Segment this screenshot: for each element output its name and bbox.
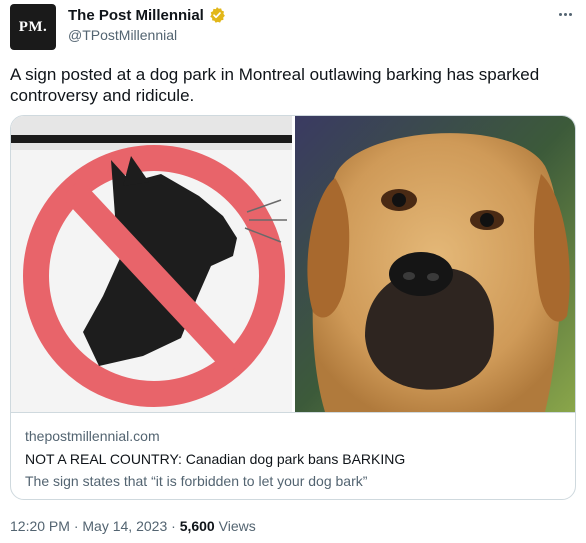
card-description: The sign states that “it is forbidden to…: [25, 473, 368, 489]
tweet-header: PM. The Post Millennial @TPostMillennial: [10, 4, 576, 52]
tweet-text: A sign posted at a dog park in Montreal …: [10, 65, 540, 105]
avatar[interactable]: PM.: [10, 4, 56, 50]
avatar-text: PM.: [18, 18, 48, 35]
views-count: 5,600: [179, 518, 215, 534]
verified-badge-icon: [210, 7, 225, 23]
more-options-icon[interactable]: [554, 6, 576, 22]
footer-separator: ·: [171, 518, 176, 534]
card-title: NOT A REAL COUNTRY: Canadian dog park ba…: [25, 451, 406, 467]
no-barking-sign-image: [11, 116, 292, 412]
tweet-date[interactable]: May 14, 2023: [82, 518, 167, 534]
dog-photo-graphic: [295, 116, 575, 412]
views-label: Views: [218, 518, 256, 534]
handle[interactable]: @TPostMillennial: [68, 27, 177, 43]
name-row: The Post Millennial: [68, 6, 226, 24]
card-meta[interactable]: thepostmillennial.com NOT A REAL COUNTRY…: [11, 412, 575, 499]
card-media[interactable]: [11, 116, 575, 412]
link-card[interactable]: thepostmillennial.com NOT A REAL COUNTRY…: [10, 115, 576, 500]
dog-photo-image: [295, 116, 575, 412]
card-domain: thepostmillennial.com: [25, 428, 160, 444]
no-barking-sign-graphic: [11, 116, 292, 412]
tweet-time[interactable]: 12:20 PM: [10, 518, 70, 534]
footer-separator: ·: [73, 518, 79, 534]
display-name[interactable]: The Post Millennial: [68, 7, 204, 24]
tweet-footer: 12:20 PM · May 14, 2023 · 5,600 Views: [10, 518, 256, 534]
